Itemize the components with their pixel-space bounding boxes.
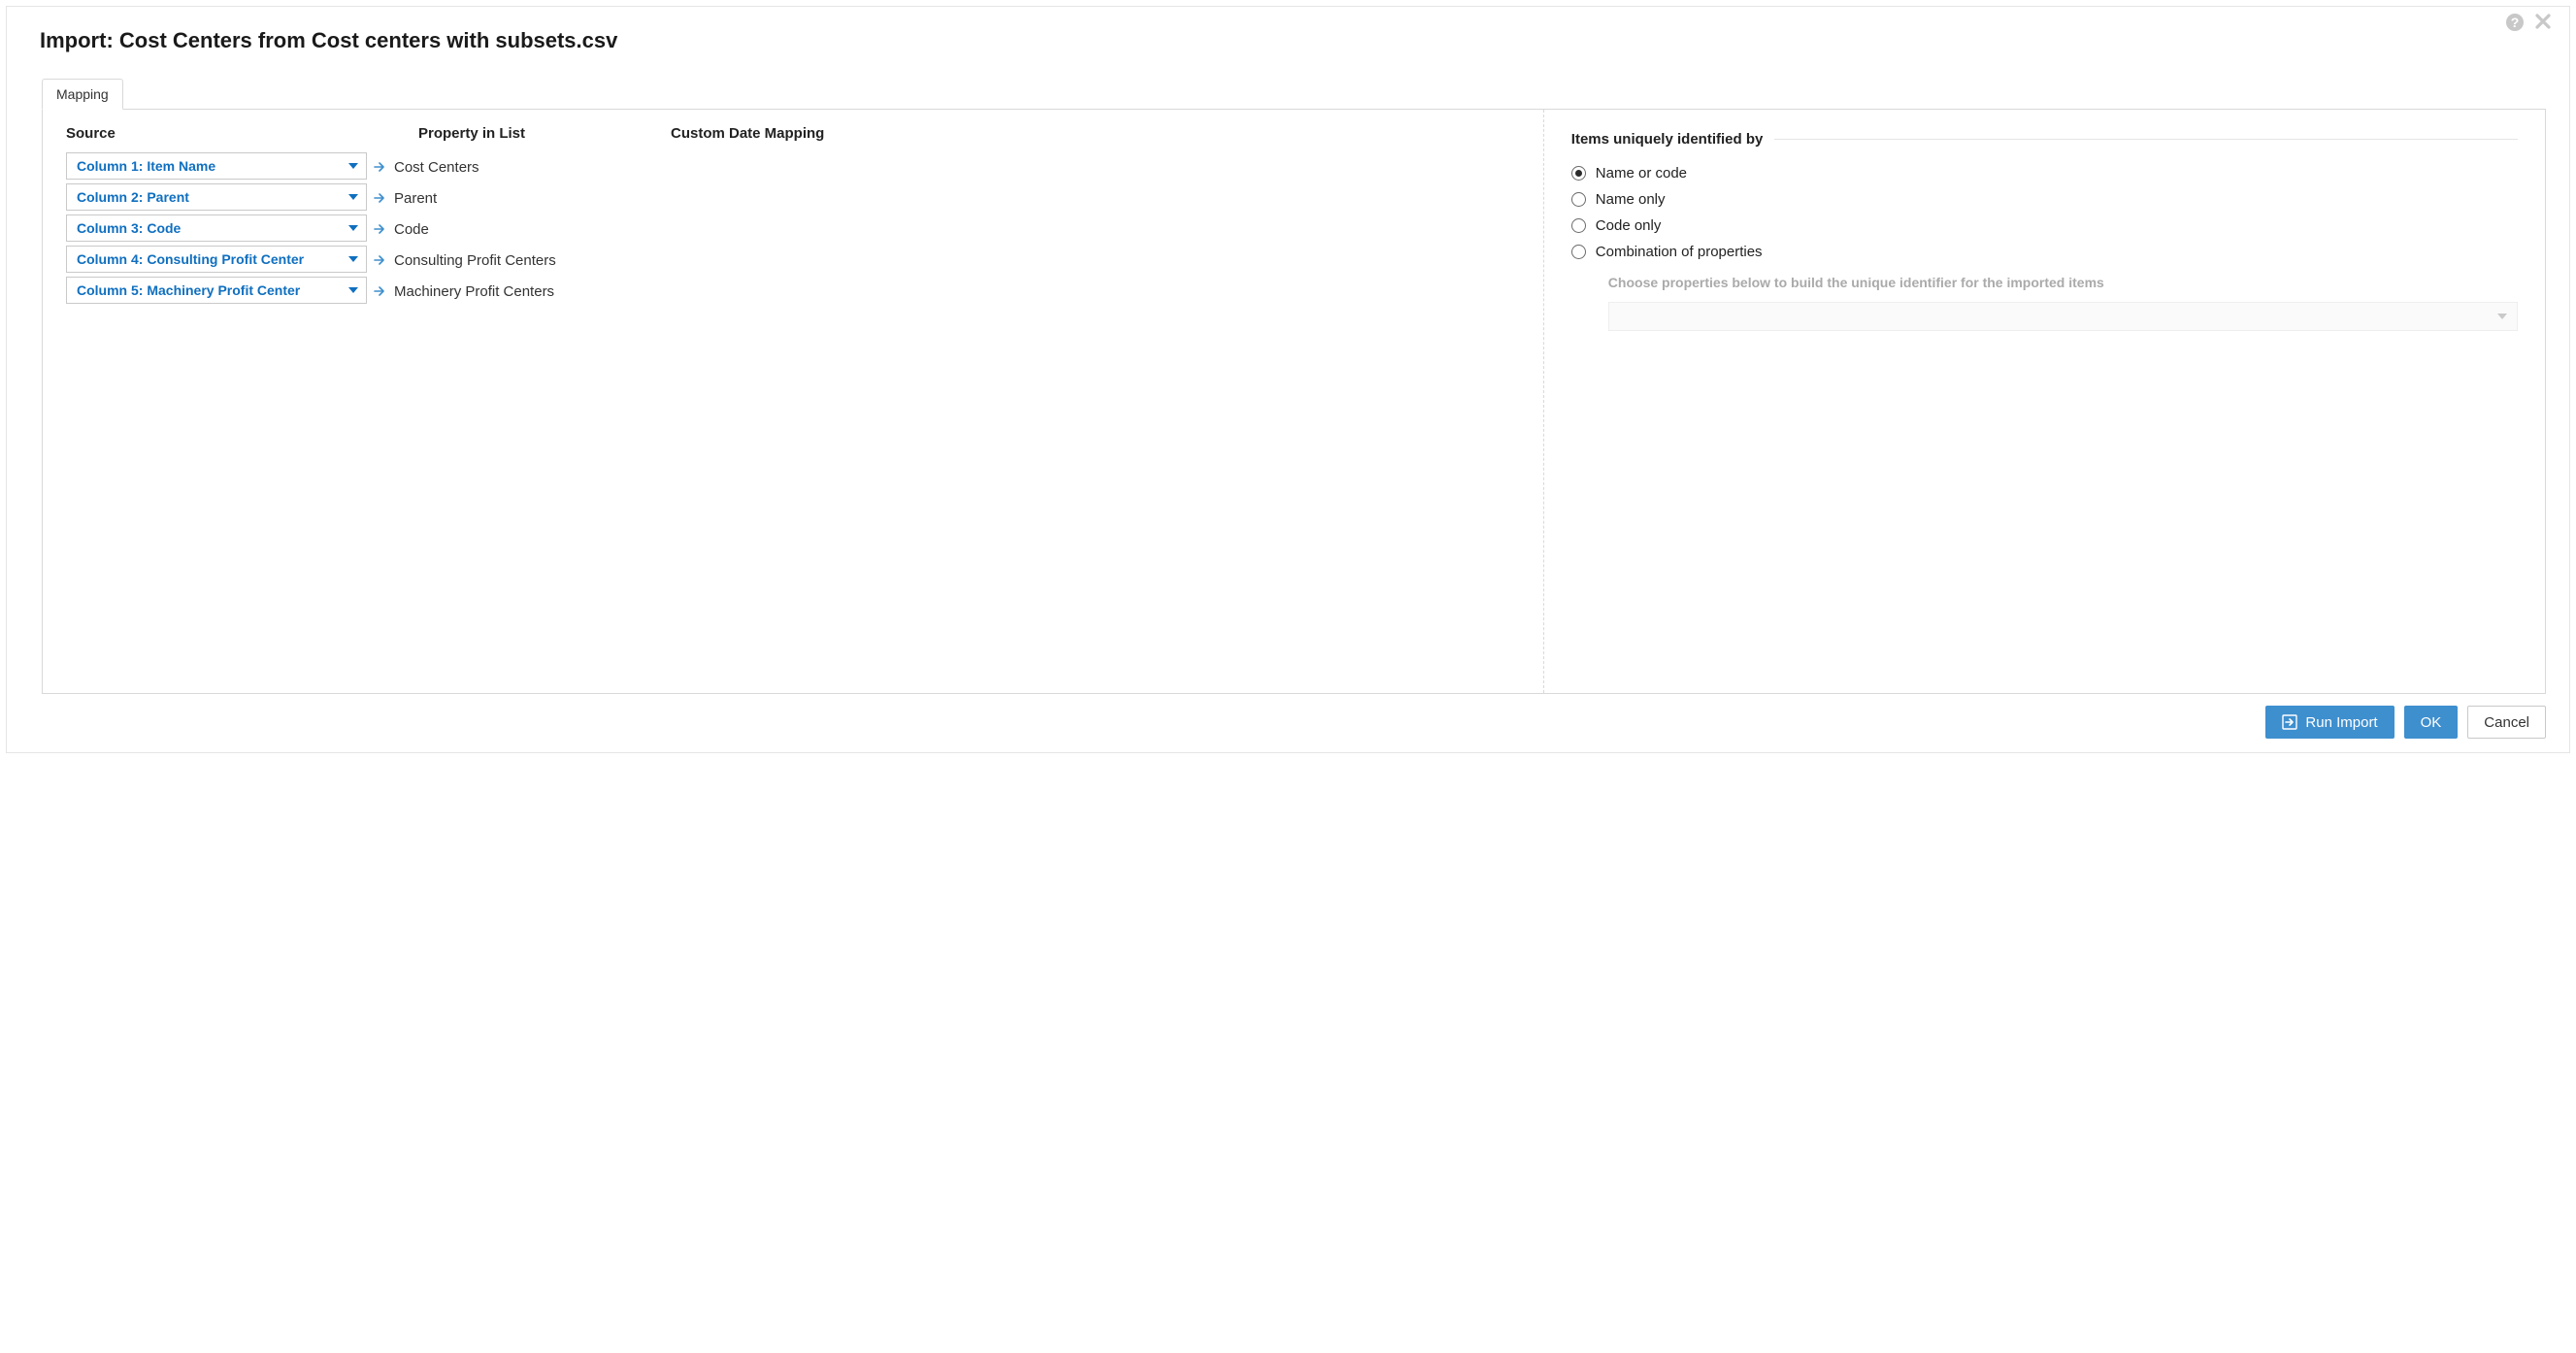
- mapping-left-pane: Source Property in List Custom Date Mapp…: [43, 110, 1544, 693]
- cancel-label: Cancel: [2484, 714, 2529, 731]
- mapping-row: Column 2: Parent Parent: [66, 182, 1520, 214]
- source-column-select[interactable]: Column 4: Consulting Profit Center: [66, 246, 367, 273]
- mapping-row: Column 4: Consulting Profit Center Consu…: [66, 245, 1520, 276]
- radio-icon: [1571, 192, 1586, 207]
- radio-label: Combination of properties: [1596, 244, 1763, 260]
- caret-down-icon: [348, 287, 358, 293]
- property-label: Machinery Profit Centers: [394, 283, 554, 300]
- identify-hint-text: Choose properties below to build the uni…: [1608, 274, 2518, 292]
- source-column-select[interactable]: Column 3: Code: [66, 214, 367, 242]
- radio-label: Code only: [1596, 217, 1662, 234]
- radio-label: Name only: [1596, 191, 1666, 208]
- dialog-footer: Run Import OK Cancel: [7, 694, 2569, 752]
- property-label: Code: [394, 221, 429, 238]
- import-dialog: Import: Cost Centers from Cost centers w…: [6, 6, 2570, 753]
- mapping-panel: Source Property in List Custom Date Mapp…: [42, 109, 2546, 694]
- svg-text:?: ?: [2511, 15, 2520, 30]
- arrow-right-icon: [367, 193, 394, 203]
- mapping-row: Column 3: Code Code: [66, 214, 1520, 245]
- property-label: Parent: [394, 190, 437, 207]
- caret-down-icon: [348, 194, 358, 200]
- property-label: Consulting Profit Centers: [394, 252, 556, 269]
- source-column-label: Column 3: Code: [77, 220, 181, 236]
- title-bar-actions: ?: [2505, 13, 2552, 36]
- property-label: Cost Centers: [394, 159, 479, 176]
- mapping-row: Column 1: Item Name Cost Centers: [66, 151, 1520, 182]
- arrow-right-icon: [367, 224, 394, 234]
- run-import-button[interactable]: Run Import: [2265, 706, 2394, 739]
- caret-down-icon: [348, 256, 358, 262]
- source-column-label: Column 2: Parent: [77, 189, 189, 205]
- identify-properties-select: [1608, 302, 2518, 331]
- identify-radio-group: Name or code Name only Code only Combina…: [1571, 165, 2518, 260]
- identify-section-label: Items uniquely identified by: [1571, 131, 1764, 148]
- arrow-right-icon: [367, 255, 394, 265]
- tabs: Mapping: [42, 79, 2546, 110]
- import-icon: [2282, 714, 2297, 730]
- help-icon[interactable]: ?: [2505, 13, 2525, 36]
- close-icon[interactable]: [2534, 13, 2552, 36]
- identify-option-combination[interactable]: Combination of properties: [1571, 244, 2518, 260]
- source-column-select[interactable]: Column 2: Parent: [66, 183, 367, 211]
- mapping-row: Column 5: Machinery Profit Center Machin…: [66, 276, 1520, 307]
- arrow-right-icon: [367, 162, 394, 172]
- radio-icon: [1571, 218, 1586, 233]
- source-column-label: Column 1: Item Name: [77, 158, 215, 174]
- radio-label: Name or code: [1596, 165, 1687, 182]
- caret-down-icon: [348, 163, 358, 169]
- header-custom-date: Custom Date Mapping: [671, 125, 824, 142]
- arrow-right-icon: [367, 286, 394, 296]
- title-bar: Import: Cost Centers from Cost centers w…: [7, 7, 2569, 53]
- caret-down-icon: [2497, 314, 2507, 319]
- header-source: Source: [66, 125, 391, 142]
- cancel-button[interactable]: Cancel: [2467, 706, 2546, 739]
- source-column-label: Column 5: Machinery Profit Center: [77, 282, 300, 298]
- identify-section-header: Items uniquely identified by: [1571, 131, 2518, 148]
- header-property: Property in List: [418, 125, 661, 142]
- tab-mapping[interactable]: Mapping: [42, 79, 123, 110]
- identify-pane: Items uniquely identified by Name or cod…: [1544, 110, 2545, 693]
- source-column-select[interactable]: Column 5: Machinery Profit Center: [66, 277, 367, 304]
- run-import-label: Run Import: [2305, 714, 2377, 731]
- ok-button[interactable]: OK: [2404, 706, 2459, 739]
- section-divider: [1774, 139, 2518, 140]
- radio-icon: [1571, 166, 1586, 181]
- identify-option-name-only[interactable]: Name only: [1571, 191, 2518, 208]
- identify-option-code-only[interactable]: Code only: [1571, 217, 2518, 234]
- caret-down-icon: [348, 225, 358, 231]
- identify-option-name-or-code[interactable]: Name or code: [1571, 165, 2518, 182]
- source-column-label: Column 4: Consulting Profit Center: [77, 251, 304, 267]
- source-column-select[interactable]: Column 1: Item Name: [66, 152, 367, 180]
- ok-label: OK: [2421, 714, 2442, 731]
- radio-icon: [1571, 245, 1586, 259]
- mapping-column-headers: Source Property in List Custom Date Mapp…: [66, 125, 1520, 142]
- dialog-title: Import: Cost Centers from Cost centers w…: [40, 28, 617, 53]
- mapping-rows: Column 1: Item Name Cost Centers Column …: [66, 151, 1520, 307]
